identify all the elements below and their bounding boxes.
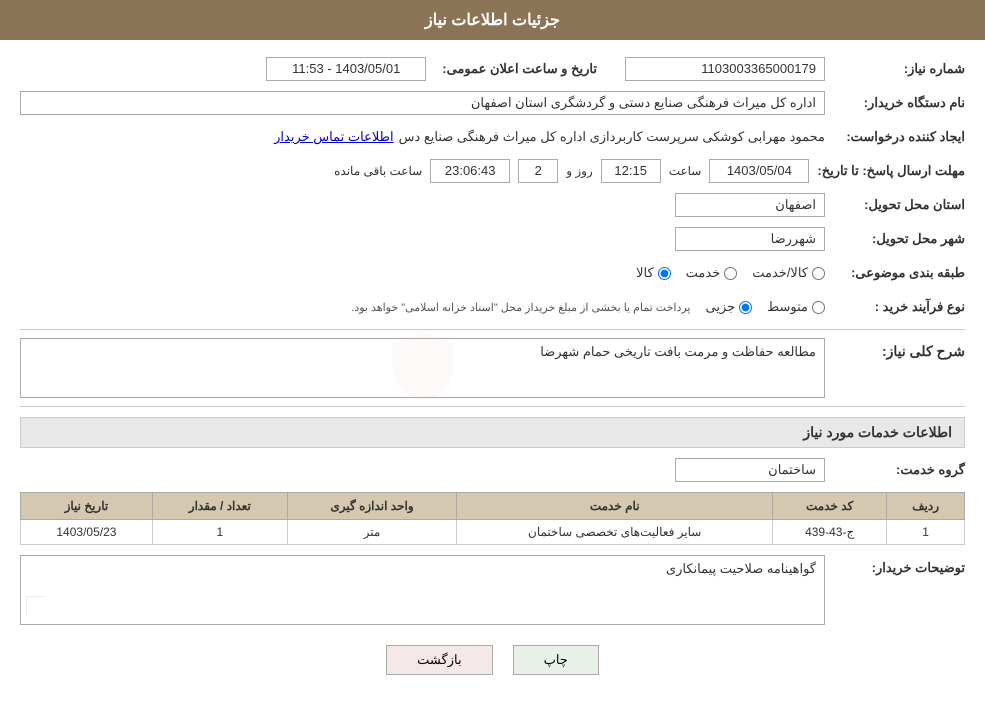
- order-number-row: شماره نیاز: 1103003365000179 تاریخ و ساع…: [20, 55, 965, 83]
- table-row: 1 ج-43-439 سایر فعالیت‌های تخصصی ساختمان…: [21, 520, 965, 545]
- cell-quantity: 1: [152, 520, 287, 545]
- purchase-type-option-motavasset[interactable]: متوسط: [767, 299, 825, 315]
- response-day-label: روز و: [566, 164, 593, 178]
- watermark-shield: [383, 327, 463, 410]
- purchase-type-label: نوع فرآیند خرید :: [825, 299, 965, 315]
- page-title: جزئیات اطلاعات نیاز: [425, 12, 560, 29]
- requester-row: ایجاد کننده درخواست: محمود مهرابی کوشکی …: [20, 123, 965, 151]
- category-radio-group: کالا/خدمت خدمت کالا: [636, 265, 825, 281]
- cell-unit: متر: [287, 520, 456, 545]
- delivery-province-row: استان محل تحویل: اصفهان: [20, 191, 965, 219]
- col-row-num: ردیف: [887, 493, 965, 520]
- purchase-type-label-jozii: جزیی: [705, 299, 735, 315]
- category-label: طبقه بندی موضوعی:: [825, 265, 965, 281]
- category-option-khedmat[interactable]: خدمت: [686, 265, 738, 281]
- action-buttons: چاپ بازگشت: [20, 645, 965, 675]
- category-radio-kala[interactable]: [658, 267, 671, 280]
- delivery-city-value: شهررضا: [675, 227, 825, 251]
- col-service-name: نام خدمت: [457, 493, 773, 520]
- watermark-corner: [26, 596, 46, 619]
- category-label-kala: کالا: [636, 265, 654, 281]
- category-radio-khedmat[interactable]: [724, 267, 737, 280]
- need-description-label: شرح کلی نیاز:: [825, 338, 965, 360]
- category-radio-kala-khedmat[interactable]: [812, 267, 825, 280]
- response-date: 1403/05/04: [709, 159, 809, 183]
- service-group-label: گروه خدمت:: [825, 462, 965, 478]
- order-number-value: 1103003365000179: [625, 57, 825, 81]
- category-option-kala[interactable]: کالا: [636, 265, 671, 281]
- cell-row-num: 1: [887, 520, 965, 545]
- announcement-date-label: تاریخ و ساعت اعلان عمومی:: [434, 61, 597, 77]
- service-group-value: ساختمان: [675, 458, 825, 482]
- buyer-notes-row: توضیحات خریدار: گواهینامه صلاحیت پیمانکا…: [20, 555, 965, 625]
- category-label-kala-khedmat: کالا/خدمت: [752, 265, 808, 281]
- purchase-type-option-jozii[interactable]: جزیی: [705, 299, 752, 315]
- category-option-kala-khedmat[interactable]: کالا/خدمت: [752, 265, 825, 281]
- back-button[interactable]: بازگشت: [386, 645, 492, 675]
- buyer-org-row: نام دستگاه خریدار: اداره کل میراث فرهنگی…: [20, 89, 965, 117]
- response-remaining: 23:06:43: [430, 159, 510, 183]
- delivery-province-value: اصفهان: [675, 193, 825, 217]
- buyer-notes-value: گواهینامه صلاحیت پیمانکاری: [666, 561, 816, 576]
- delivery-province-label: استان محل تحویل:: [825, 197, 965, 213]
- category-label-khedmat: خدمت: [686, 265, 721, 281]
- need-description-value: مطالعه حفاظت و مرمت بافت تاریخی حمام شهر…: [540, 344, 816, 392]
- buyer-org-value: اداره کل میراث فرهنگی صنایع دستی و گردشگ…: [20, 91, 825, 115]
- response-deadline-label: مهلت ارسال پاسخ: تا تاریخ:: [809, 163, 965, 179]
- page-header: جزئیات اطلاعات نیاز: [0, 0, 985, 40]
- col-unit: واحد اندازه گیری: [287, 493, 456, 520]
- purchase-type-row: نوع فرآیند خرید : متوسط جزیی پرداخت تمام…: [20, 293, 965, 321]
- requester-contact-link[interactable]: اطلاعات تماس خریدار: [274, 129, 393, 145]
- buyer-org-label: نام دستگاه خریدار:: [825, 95, 965, 111]
- announcement-date-value: 1403/05/01 - 11:53: [266, 57, 426, 81]
- col-date: تاریخ نیاز: [21, 493, 153, 520]
- cell-date: 1403/05/23: [21, 520, 153, 545]
- response-time-label: ساعت: [669, 164, 702, 178]
- cell-service-name: سایر فعالیت‌های تخصصی ساختمان: [457, 520, 773, 545]
- cell-service-code: ج-43-439: [773, 520, 887, 545]
- print-button[interactable]: چاپ: [513, 645, 599, 675]
- services-section-title: اطلاعات خدمات مورد نیاز: [20, 417, 965, 448]
- response-remaining-label: ساعت باقی مانده: [334, 164, 422, 178]
- response-time: 12:15: [601, 159, 661, 183]
- category-row: طبقه بندی موضوعی: کالا/خدمت خدمت کالا: [20, 259, 965, 287]
- purchase-type-radio-motavasset[interactable]: [812, 301, 825, 314]
- purchase-type-radio-group: متوسط جزیی: [705, 299, 825, 315]
- col-quantity: تعداد / مقدار: [152, 493, 287, 520]
- requester-value: محمود مهرابی کوشکی سرپرست کاربردازی ادار…: [399, 129, 825, 145]
- requester-label: ایجاد کننده درخواست:: [825, 129, 965, 145]
- col-service-code: کد خدمت: [773, 493, 887, 520]
- response-deadline-row: مهلت ارسال پاسخ: تا تاریخ: 1403/05/04 سا…: [20, 157, 965, 185]
- purchase-note: پرداخت تمام یا بخشی از مبلغ خریداز محل "…: [351, 301, 690, 314]
- purchase-type-label-motavasset: متوسط: [767, 299, 808, 315]
- order-number-label: شماره نیاز:: [825, 61, 965, 77]
- services-table: ردیف کد خدمت نام خدمت واحد اندازه گیری ت…: [20, 492, 965, 545]
- need-description-row: شرح کلی نیاز: مطالعه حفاظت و مرمت بافت ت…: [20, 338, 965, 398]
- buyer-notes-label: توضیحات خریدار:: [825, 555, 965, 576]
- service-group-row: گروه خدمت: ساختمان: [20, 456, 965, 484]
- delivery-city-row: شهر محل تحویل: شهررضا: [20, 225, 965, 253]
- purchase-type-radio-jozii[interactable]: [739, 301, 752, 314]
- delivery-city-label: شهر محل تحویل:: [825, 231, 965, 247]
- response-days: 2: [518, 159, 558, 183]
